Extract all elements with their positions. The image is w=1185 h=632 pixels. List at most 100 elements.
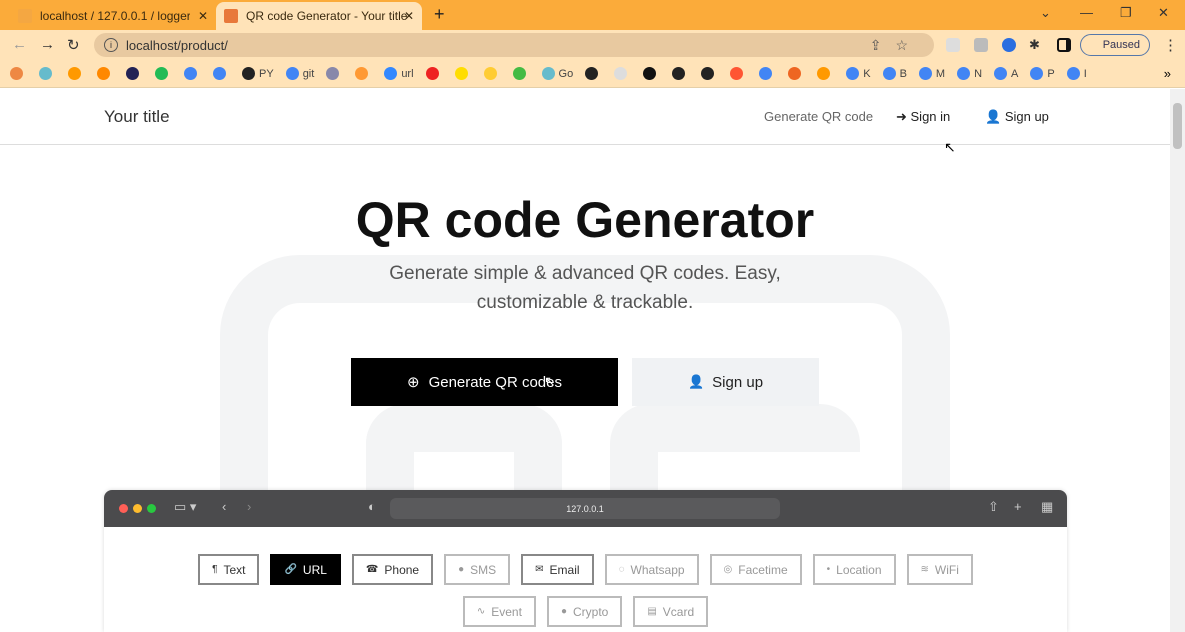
qr-type-location-button[interactable]: • Location: [812, 554, 896, 585]
back-icon[interactable]: ←: [12, 36, 27, 53]
bookmark-item[interactable]: [355, 67, 372, 80]
bookmark-favicon-icon: [97, 67, 110, 80]
tab-title: localhost / 127.0.0.1 / logger / dc: [40, 9, 190, 23]
forward-icon[interactable]: →: [40, 36, 55, 53]
share-icon[interactable]: ⇪: [870, 37, 896, 53]
side-panel-icon[interactable]: [1057, 38, 1071, 52]
minimize-button[interactable]: —: [1080, 5, 1093, 20]
bookmark-item[interactable]: [817, 67, 834, 80]
panda-extension-icon[interactable]: [946, 38, 960, 52]
bookmark-item[interactable]: [730, 67, 747, 80]
bookmark-item[interactable]: [759, 67, 776, 80]
bookmark-label: A: [1011, 67, 1019, 80]
bookmark-item[interactable]: url: [384, 67, 414, 80]
reload-icon[interactable]: ↻: [67, 36, 80, 54]
bookmark-item[interactable]: [184, 67, 201, 80]
url-text: localhost/product/: [126, 37, 228, 53]
info-icon[interactable]: i: [104, 38, 118, 52]
bookmark-item[interactable]: [483, 67, 501, 80]
bookmark-item[interactable]: [213, 67, 230, 80]
bookmark-favicon-icon: [1030, 67, 1044, 80]
tabs-grid-icon: ▦: [1041, 499, 1054, 514]
bookmark-item[interactable]: K: [846, 67, 871, 80]
qr-type-label: Whatsapp: [630, 562, 685, 577]
bookmark-item[interactable]: [326, 67, 343, 80]
qr-type-sms-button[interactable]: ● SMS: [444, 554, 511, 585]
qr-type-whatsapp-button[interactable]: ◌ Whatsapp: [604, 554, 699, 585]
bookmark-item[interactable]: git: [285, 67, 314, 80]
bookmarks-bar: PY git url Go K B M N A P I »: [0, 60, 1185, 88]
bookmark-item[interactable]: B: [882, 67, 907, 80]
bookmark-item[interactable]: [68, 67, 85, 80]
close-tab-icon[interactable]: ✕: [404, 9, 414, 23]
wifi-icon: ≋: [920, 564, 929, 575]
bookmark-item[interactable]: A: [994, 67, 1018, 80]
qr-type-row: ¶ Text 🔗 URL ☎ Phone ● SMS ✉ Email ◌ Whatsapp ◎ Facet…: [104, 554, 1067, 585]
qr-type-crypto-button[interactable]: ● Crypto: [546, 596, 623, 627]
hero-sign-up-button[interactable]: 👤 Sign up: [632, 358, 819, 406]
qr-type-event-button[interactable]: ∿ Event: [462, 596, 536, 627]
bookmark-item[interactable]: [585, 67, 602, 80]
bookmark-item[interactable]: [425, 67, 443, 80]
more-bookmarks-icon[interactable]: »: [1164, 66, 1171, 81]
qr-type-label: Email: [549, 562, 580, 577]
bookmark-favicon-icon: [701, 67, 715, 80]
bookmark-item[interactable]: N: [957, 67, 982, 80]
tab-phpmyadmin[interactable]: localhost / 127.0.0.1 / logger / dc ✕: [10, 2, 216, 30]
bookmark-item[interactable]: [643, 67, 660, 80]
profile-button[interactable]: Paused: [1080, 34, 1150, 56]
bookmark-item[interactable]: [10, 67, 27, 80]
a-extension-icon[interactable]: [1002, 38, 1016, 52]
close-window-button[interactable]: ✕: [1158, 5, 1169, 21]
bookmark-item[interactable]: [454, 67, 472, 80]
bookmark-item[interactable]: [672, 67, 689, 80]
bookmark-item[interactable]: P: [1030, 67, 1055, 80]
bookmark-item[interactable]: [701, 67, 718, 80]
bookmark-favicon-icon: [614, 67, 628, 80]
nav-generate-qr[interactable]: Generate QR code: [764, 109, 873, 124]
generate-qr-button[interactable]: ⊕ Generate QR codes: [351, 358, 618, 406]
bookmark-favicon-icon: [454, 67, 468, 80]
bookmark-item[interactable]: I: [1066, 67, 1087, 80]
qr-type-phone-button[interactable]: ☎ Phone: [351, 554, 434, 585]
bookmark-label: B: [899, 67, 907, 80]
bookmark-item[interactable]: PY: [242, 67, 274, 80]
nav-sign-in[interactable]: ➜ Sign in: [896, 109, 950, 125]
site-brand[interactable]: Your title: [104, 107, 170, 127]
star-icon[interactable]: ☆: [895, 37, 922, 53]
bookmark-item[interactable]: [39, 67, 56, 80]
zoom-dot-icon: [147, 504, 156, 513]
qr-type-email-button[interactable]: ✉ Email: [521, 554, 594, 585]
qr-type-label: Facetime: [738, 562, 788, 577]
qr-type-text-button[interactable]: ¶ Text: [198, 554, 260, 585]
new-tab-button[interactable]: +: [434, 4, 445, 25]
bookmark-item[interactable]: [614, 67, 631, 80]
scrollbar-thumb[interactable]: [1173, 103, 1182, 149]
tab-search-icon[interactable]: ⌄: [1040, 5, 1051, 21]
puzzle-icon[interactable]: ✱: [1029, 37, 1040, 53]
page-scrollbar[interactable]: [1170, 89, 1185, 632]
address-bar[interactable]: i localhost/product/ ⇪☆: [94, 33, 934, 57]
nav-sign-up[interactable]: 👤 Sign up: [985, 109, 1049, 125]
mockup-toolbar: ▭ ▾ ‹ › ◐ 127.0.0.1 ⇧ + ▦: [104, 490, 1067, 527]
mockup-url: 127.0.0.1: [566, 503, 604, 514]
menu-icon[interactable]: ⋮: [1163, 36, 1178, 54]
bookmark-item[interactable]: [126, 67, 143, 80]
bookmark-item[interactable]: [155, 67, 172, 80]
qr-type-label: Text: [223, 562, 246, 577]
bookmark-item[interactable]: [512, 67, 530, 80]
bookmark-label: P: [1047, 67, 1055, 80]
qr-type-url-button[interactable]: 🔗 URL: [270, 554, 341, 585]
tab-qr-generator[interactable]: QR code Generator - Your title ✕: [216, 2, 422, 30]
bookmark-item[interactable]: [788, 67, 805, 80]
restore-button[interactable]: ❐: [1120, 5, 1132, 21]
bookmark-item[interactable]: Go: [541, 67, 573, 80]
bookmark-item[interactable]: M: [918, 67, 945, 80]
tab-strip: localhost / 127.0.0.1 / logger / dc ✕ QR…: [0, 0, 1185, 30]
bookmark-item[interactable]: [97, 67, 114, 80]
qr-type-facetime-button[interactable]: ◎ Facetime: [709, 554, 802, 585]
qr-type-vcard-button[interactable]: ▤ Vcard: [633, 596, 709, 627]
close-tab-icon[interactable]: ✕: [198, 9, 208, 23]
extension-icon[interactable]: [974, 38, 988, 52]
qr-type-wifi-button[interactable]: ≋ WiFi: [906, 554, 973, 585]
